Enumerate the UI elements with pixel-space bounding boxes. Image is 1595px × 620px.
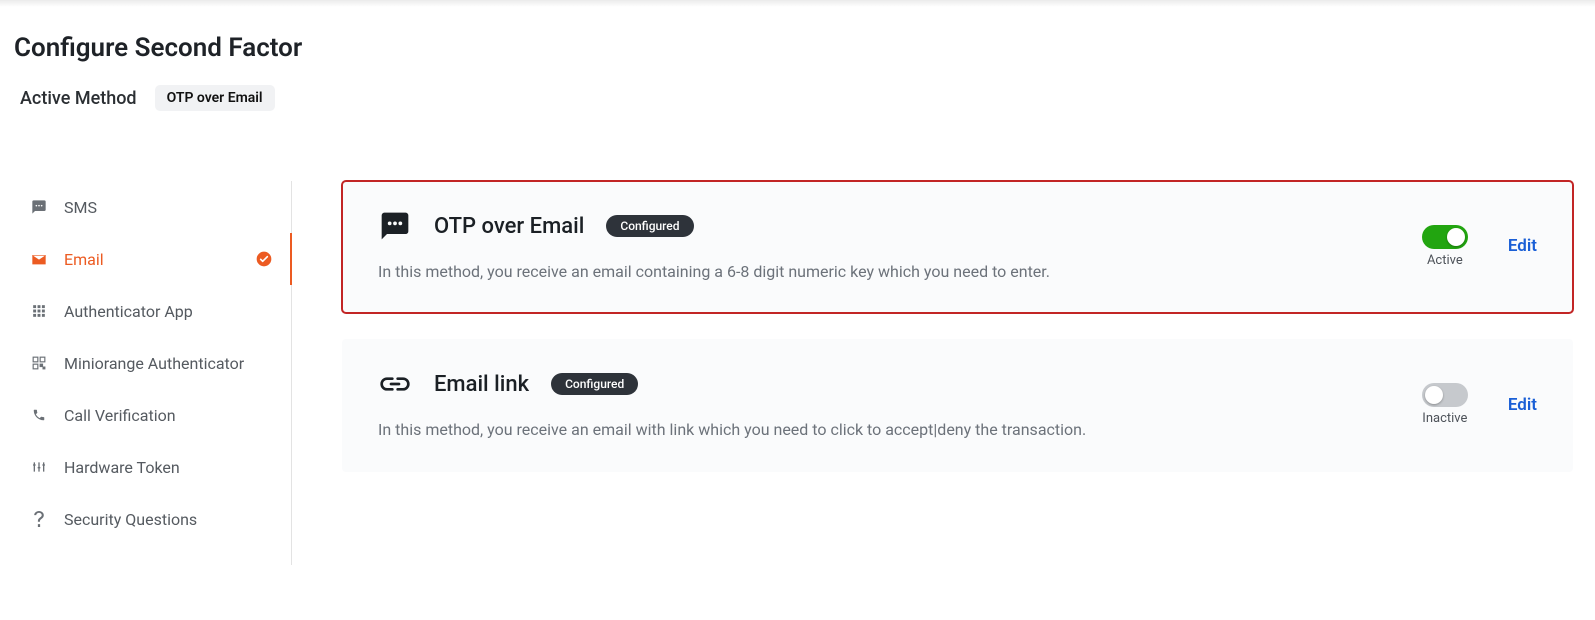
sidebar-item-label: Email [64, 250, 104, 269]
sidebar-item-label: SMS [64, 198, 97, 217]
sidebar-item-label: Miniorange Authenticator [64, 354, 244, 373]
email-icon [30, 252, 48, 266]
sms-icon [30, 199, 48, 215]
edit-button[interactable]: Edit [1508, 236, 1537, 256]
layout: SMS Email Authenticator App [12, 181, 1583, 565]
grid-icon [30, 304, 48, 318]
method-card-email-link: Email link Configured In this method, yo… [342, 339, 1573, 471]
sidebar-item-email[interactable]: Email [12, 233, 291, 285]
sidebar-item-call-verification[interactable]: Call Verification [12, 389, 291, 441]
sidebar-item-sms[interactable]: SMS [12, 181, 291, 233]
link-icon [378, 367, 412, 401]
method-actions: Inactive Edit [1422, 383, 1537, 426]
qr-icon [30, 356, 48, 370]
page-title: Configure Second Factor [14, 33, 1583, 63]
toggle-state-label: Inactive [1422, 411, 1467, 426]
method-description: In this method, you receive an email wit… [378, 419, 1382, 441]
question-icon [30, 511, 48, 527]
token-icon [30, 460, 48, 474]
method-title: Email link [434, 372, 529, 397]
edit-button[interactable]: Edit [1508, 395, 1537, 415]
phone-icon [30, 408, 48, 422]
check-badge-icon [255, 250, 273, 268]
method-description: In this method, you receive an email con… [378, 261, 1382, 283]
method-title: OTP over Email [434, 214, 584, 239]
sidebar-item-security-questions[interactable]: Security Questions [12, 493, 291, 545]
sidebar-item-hardware-token[interactable]: Hardware Token [12, 441, 291, 493]
method-main: Email link Configured In this method, yo… [378, 367, 1382, 441]
chat-dots-icon [378, 209, 412, 243]
active-toggle[interactable] [1422, 383, 1468, 407]
sidebar-item-authenticator-app[interactable]: Authenticator App [12, 285, 291, 337]
toggle-state-label: Active [1427, 253, 1463, 268]
toggle-group: Inactive [1422, 383, 1468, 426]
page-container: Configure Second Factor Active Method OT… [0, 33, 1595, 595]
sidebar: SMS Email Authenticator App [12, 181, 292, 565]
active-method-label: Active Method [20, 88, 137, 109]
main-content: OTP over Email Configured In this method… [342, 181, 1583, 565]
sidebar-item-label: Security Questions [64, 510, 197, 529]
method-header: Email link Configured [378, 367, 1382, 401]
status-pill: Configured [606, 215, 693, 237]
sidebar-item-label: Call Verification [64, 406, 176, 425]
method-actions: Active Edit [1422, 225, 1537, 268]
active-method-row: Active Method OTP over Email [20, 85, 1583, 111]
method-card-otp-over-email: OTP over Email Configured In this method… [342, 181, 1573, 313]
method-main: OTP over Email Configured In this method… [378, 209, 1382, 283]
active-toggle[interactable] [1422, 225, 1468, 249]
sidebar-item-miniorange-authenticator[interactable]: Miniorange Authenticator [12, 337, 291, 389]
toggle-group: Active [1422, 225, 1468, 268]
status-pill: Configured [551, 373, 638, 395]
method-header: OTP over Email Configured [378, 209, 1382, 243]
sidebar-item-label: Authenticator App [64, 302, 193, 321]
sidebar-item-label: Hardware Token [64, 458, 180, 477]
top-shadow [0, 0, 1595, 7]
active-method-value: OTP over Email [155, 85, 275, 111]
